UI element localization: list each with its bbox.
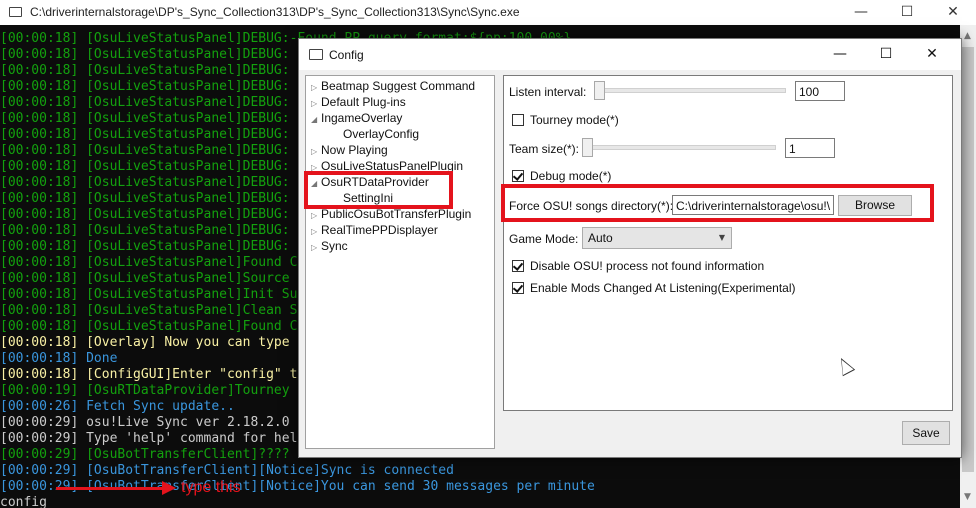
- listen-interval-slider[interactable]: [594, 81, 605, 100]
- tree-item[interactable]: ▷ Now Playing: [311, 143, 388, 159]
- expand-arrow-icon[interactable]: ▷: [311, 209, 321, 223]
- debug-mode-label: Debug mode(*): [530, 169, 612, 183]
- expand-arrow-icon[interactable]: ▷: [311, 225, 321, 239]
- annotation-arrowhead: [162, 481, 176, 495]
- config-title-bar: Config — ☐ ✕: [299, 39, 961, 70]
- mods-changed-checkbox[interactable]: [512, 282, 524, 294]
- console-line: [00:00:18] [OsuLiveStatusPanel]DEBUG:: [0, 143, 290, 158]
- console-window-title: C:\driverinternalstorage\DP's_Sync_Colle…: [30, 5, 520, 19]
- plugin-tree[interactable]: ▷ Beatmap Suggest Command ▷ Default Plug-in…: [305, 75, 495, 449]
- tree-item[interactable]: ▷ PublicOsuBotTransferPlugin: [311, 207, 471, 223]
- config-app-icon: [309, 49, 323, 60]
- tree-item[interactable]: ▷ Default Plug-ins: [311, 95, 406, 111]
- config-dialog: Config — ☐ ✕ ▷ Beatmap Suggest Command ▷ De…: [298, 38, 962, 458]
- console-app-icon: [9, 7, 22, 17]
- console-line: [00:00:18] Done: [0, 351, 118, 366]
- console-line: [00:00:29] [OsuBotTransferClient][Notice…: [0, 463, 454, 478]
- save-button[interactable]: Save: [902, 421, 950, 445]
- console-line: [00:00:29] [OsuBotTransferClient]????: [0, 447, 290, 462]
- mods-changed-label: Enable Mods Changed At Listening(Experim…: [530, 281, 796, 295]
- tree-item-label: Sync: [321, 239, 348, 253]
- settings-panel: Listen interval: 100 Tourney mode(*) Tea…: [503, 75, 953, 411]
- game-mode-select[interactable]: Auto ▼: [582, 227, 732, 249]
- config-close-button[interactable]: ✕: [909, 39, 955, 70]
- highlight-osurtdataprovider: [304, 171, 453, 209]
- game-mode-value: Auto: [588, 231, 613, 245]
- debug-mode-checkbox[interactable]: [512, 170, 524, 182]
- console-line: [00:00:18] [OsuLiveStatusPanel]DEBUG:: [0, 175, 290, 190]
- tourney-mode-checkbox[interactable]: [512, 114, 524, 126]
- annotation-text: type this: [181, 479, 241, 496]
- console-scrollbar-thumb[interactable]: [962, 47, 974, 472]
- tree-item[interactable]: ▷ Beatmap Suggest Command: [311, 79, 475, 95]
- tree-item[interactable]: ▷ RealTimePPDisplayer: [311, 223, 438, 239]
- console-line: [00:00:18] [OsuLiveStatusPanel]DEBUG:: [0, 207, 290, 222]
- chevron-down-icon: ▼: [718, 233, 725, 242]
- team-size-input[interactable]: 1: [785, 138, 835, 158]
- tree-item-label: RealTimePPDisplayer: [321, 223, 438, 237]
- console-close-button[interactable]: ✕: [930, 0, 976, 25]
- tree-item-label: Beatmap Suggest Command: [321, 79, 476, 93]
- expand-arrow-icon[interactable]: ▷: [311, 81, 321, 95]
- console-line: [00:00:18] [OsuLiveStatusPanel]Source: [0, 271, 290, 286]
- listen-interval-input[interactable]: 100: [795, 81, 845, 101]
- console-title-bar: C:\driverinternalstorage\DP's_Sync_Colle…: [0, 0, 976, 25]
- config-title: Config: [329, 48, 364, 62]
- console-line: [00:00:18] [OsuLiveStatusPanel]DEBUG:: [0, 79, 290, 94]
- console-scrollbar[interactable]: ▲ ▼: [960, 25, 976, 508]
- tourney-mode-label: Tourney mode(*): [530, 113, 619, 127]
- console-line: [00:00:18] [OsuLiveStatusPanel]DEBUG:: [0, 63, 290, 78]
- team-size-label: Team size(*):: [509, 142, 580, 156]
- console-line: [00:00:29] Type 'help' command for hel: [0, 431, 298, 446]
- tree-item[interactable]: OverlayConfig: [343, 127, 419, 141]
- console-line: [00:00:18] [OsuLiveStatusPanel]DEBUG:: [0, 223, 290, 238]
- tree-item-label: Default Plug-ins: [321, 95, 406, 109]
- console-line: [00:00:18] [OsuLiveStatusPanel]Found C: [0, 319, 298, 334]
- console-line: [00:00:18] [OsuLiveStatusPanel]DEBUG:: [0, 191, 290, 206]
- tree-item-label: PublicOsuBotTransferPlugin: [321, 207, 472, 221]
- console-maximize-button[interactable]: ☐: [884, 0, 930, 25]
- console-line: [00:00:29] osu!Live Sync ver 2.18.2.0: [0, 415, 290, 430]
- team-size-track[interactable]: [582, 145, 776, 150]
- annotation-arrow: [56, 487, 166, 490]
- console-line: [00:00:18] [OsuLiveStatusPanel]DEBUG:: [0, 239, 290, 254]
- scroll-up-icon[interactable]: ▲: [964, 31, 971, 41]
- console-line: [00:00:18] [OsuLiveStatusPanel]Found C: [0, 255, 298, 270]
- config-minimize-button[interactable]: —: [817, 39, 863, 70]
- console-line: config: [0, 495, 47, 508]
- team-size-slider[interactable]: [582, 138, 593, 157]
- listen-interval-track[interactable]: [594, 88, 786, 93]
- console-line: [00:00:18] [OsuLiveStatusPanel]DEBUG:: [0, 95, 290, 110]
- scroll-down-icon[interactable]: ▼: [964, 492, 971, 502]
- collapse-arrow-icon[interactable]: ◢: [311, 113, 321, 127]
- console-line: [00:00:18] [Overlay] Now you can type: [0, 335, 290, 350]
- expand-arrow-icon[interactable]: ▷: [311, 241, 321, 255]
- highlight-songs-directory: [501, 184, 934, 222]
- console-line: [00:00:19] [OsuRTDataProvider]Tourney: [0, 383, 290, 398]
- config-maximize-button[interactable]: ☐: [863, 39, 909, 70]
- console-line: [00:00:18] [OsuLiveStatusPanel]Clean S: [0, 303, 298, 318]
- tree-item[interactable]: ▷ Sync: [311, 239, 348, 255]
- console-line: [00:00:18] [ConfigGUI]Enter "config" t: [0, 367, 298, 382]
- disable-notfound-checkbox[interactable]: [512, 260, 524, 272]
- tree-item[interactable]: ◢ IngameOverlay: [311, 111, 402, 127]
- disable-notfound-label: Disable OSU! process not found informati…: [530, 259, 765, 273]
- tree-item-label: OverlayConfig: [343, 127, 420, 141]
- game-mode-label: Game Mode:: [509, 232, 579, 246]
- console-line: [00:00:18] [OsuLiveStatusPanel]DEBUG:: [0, 127, 290, 142]
- listen-interval-label: Listen interval:: [509, 85, 587, 99]
- console-line: [00:00:18] [OsuLiveStatusPanel]DEBUG:: [0, 159, 290, 174]
- expand-arrow-icon[interactable]: ▷: [311, 97, 321, 111]
- console-minimize-button[interactable]: —: [838, 0, 884, 25]
- tree-item-label: IngameOverlay: [321, 111, 403, 125]
- console-line: [00:00:26] Fetch Sync update..: [0, 399, 235, 414]
- console-line: [00:00:18] [OsuLiveStatusPanel]Init Su: [0, 287, 298, 302]
- expand-arrow-icon[interactable]: ▷: [311, 145, 321, 159]
- tree-item-label: Now Playing: [321, 143, 388, 157]
- console-line: [00:00:18] [OsuLiveStatusPanel]DEBUG:: [0, 47, 290, 62]
- console-line: [00:00:18] [OsuLiveStatusPanel]DEBUG:: [0, 111, 290, 126]
